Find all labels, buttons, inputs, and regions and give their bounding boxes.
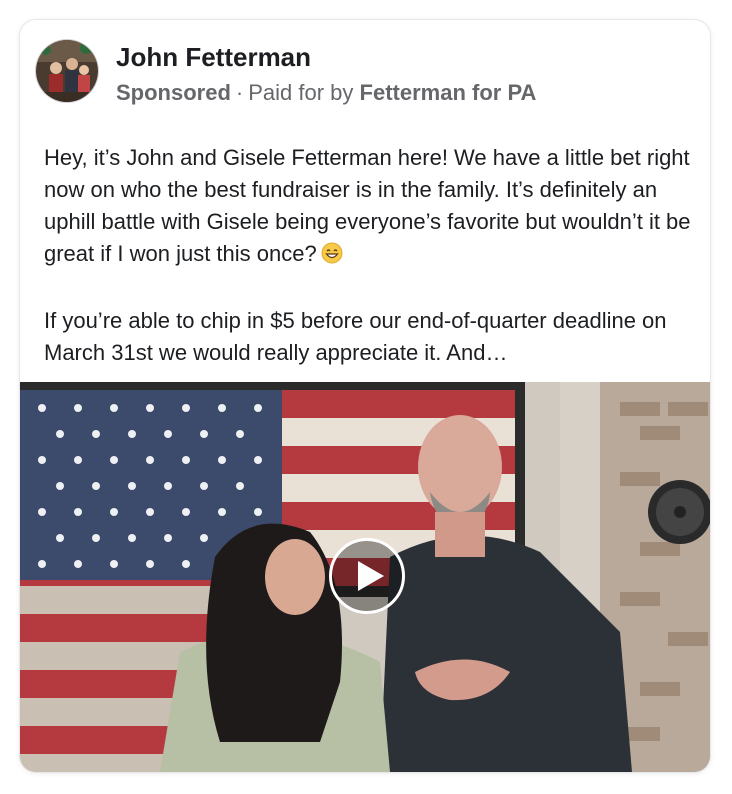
post-paragraph-2[interactable]: If you’re able to chip in $5 before our …: [44, 305, 694, 369]
post-header: John Fetterman Sponsored · Paid for by Fet…: [20, 20, 710, 120]
sponsored-line: Sponsored · Paid for by Fetterman for PA: [116, 80, 536, 106]
play-icon: [358, 561, 384, 591]
paid-for-prefix: Paid for by: [248, 80, 354, 105]
profile-avatar[interactable]: [36, 40, 98, 102]
play-button[interactable]: [329, 538, 405, 614]
avatar-photo: [36, 40, 98, 102]
author-name[interactable]: John Fetterman: [116, 42, 311, 73]
grinning-face-icon: [321, 241, 343, 273]
video-player[interactable]: [20, 382, 710, 772]
paid-for-org[interactable]: Fetterman for PA: [360, 80, 537, 105]
sponsored-label: Sponsored: [116, 80, 231, 105]
post-body: Hey, it’s John and Gisele Fetterman here…: [44, 142, 694, 369]
post-paragraph-1-text: Hey, it’s John and Gisele Fetterman here…: [44, 145, 691, 266]
post-paragraph-1: Hey, it’s John and Gisele Fetterman here…: [44, 142, 694, 273]
meta-separator: ·: [235, 80, 244, 105]
sponsored-post-card: John Fetterman Sponsored · Paid for by Fet…: [20, 20, 710, 772]
